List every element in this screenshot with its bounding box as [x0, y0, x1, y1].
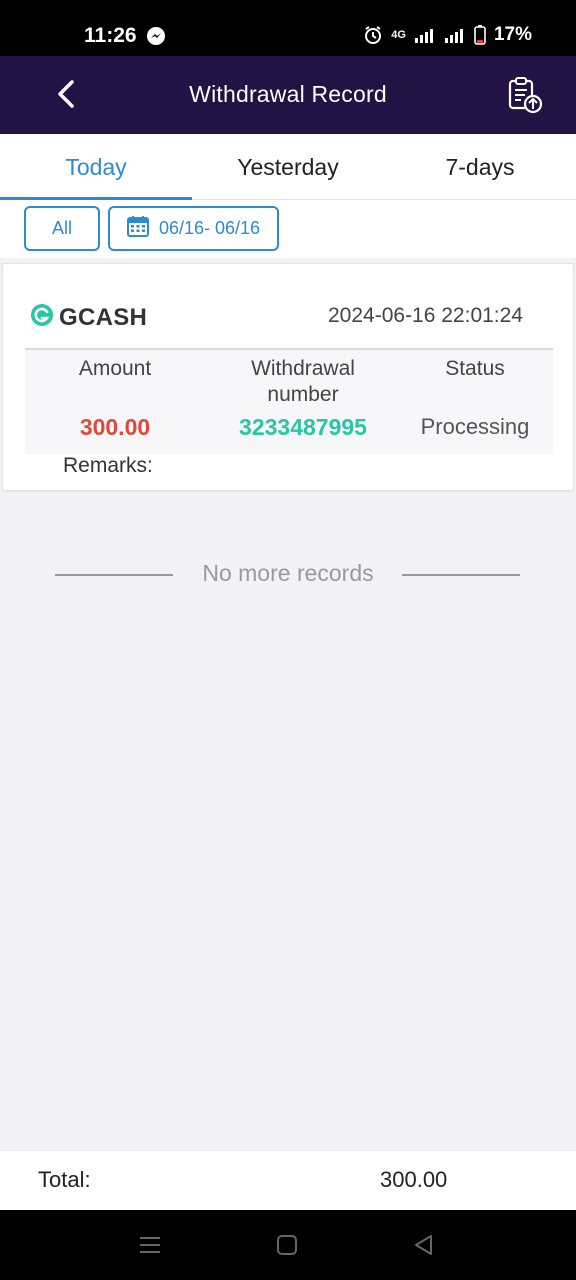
system-nav-bar	[0, 1210, 576, 1280]
total-label: Total:	[38, 1167, 91, 1192]
system-back-button[interactable]	[411, 1232, 437, 1258]
tab-today[interactable]: Today	[0, 134, 192, 200]
home-button[interactable]	[274, 1232, 300, 1258]
status-bar: 11:26 4G 17%	[0, 0, 576, 56]
date-range-button[interactable]: 06/16- 06/16	[108, 206, 279, 251]
gcash-logo-icon	[29, 302, 55, 333]
back-triangle-icon	[411, 1235, 437, 1262]
withdrawal-number-label-line2: number	[267, 383, 339, 406]
calendar-icon	[126, 215, 149, 242]
payment-method: GCASH	[29, 302, 147, 333]
status-label: Status	[445, 357, 505, 380]
menu-icon	[137, 1237, 163, 1262]
date-tabs: Today Yesterday 7-days	[0, 134, 576, 200]
status-badge: Processing	[420, 414, 530, 439]
amount-header: Amount	[45, 356, 185, 382]
total-footer: Total: 300.00	[0, 1150, 576, 1210]
signal-icon-2	[444, 27, 466, 43]
withdrawal-number-label-line1: Withdrawal	[251, 357, 355, 380]
list-end-indicator: No more records	[0, 556, 576, 592]
battery-icon	[474, 25, 486, 45]
type-filter-button[interactable]: All	[24, 206, 100, 251]
record-details: Amount Withdrawal number Status 300.00 3…	[25, 348, 553, 454]
home-square-icon	[274, 1235, 300, 1262]
signal-icon	[414, 27, 436, 43]
network-label: 4G	[391, 29, 406, 41]
battery-percent: 17%	[493, 24, 532, 45]
date-range-label: 06/16- 06/16	[158, 218, 261, 238]
recent-apps-button[interactable]	[137, 1232, 163, 1258]
withdrawal-number-value: 3233487995	[239, 414, 367, 440]
record-datetime: 2024-06-16 22:01:24	[328, 304, 523, 327]
tab-yesterday[interactable]: Yesterday	[192, 134, 384, 200]
withdrawal-record-card[interactable]: GCASH 2024-06-16 22:01:24 Amount Withdra…	[2, 263, 574, 491]
filter-row: All 06/16- 06/16	[0, 200, 576, 258]
clipboard-upload-icon	[504, 77, 546, 120]
status-time: 11:26	[84, 24, 137, 47]
payment-method-name: GCASH	[59, 303, 148, 331]
messenger-icon	[146, 26, 166, 46]
total-value: 300.00	[380, 1167, 448, 1192]
amount-value: 300.00	[79, 414, 151, 440]
status-icons: 4G 17%	[363, 24, 532, 46]
tab-7-days[interactable]: 7-days	[384, 134, 576, 200]
alarm-icon	[363, 25, 383, 45]
app-header: Withdrawal Record	[0, 56, 576, 134]
export-button[interactable]	[504, 74, 546, 116]
type-filter-label: All	[51, 218, 72, 238]
page-title: Withdrawal Record	[189, 81, 387, 107]
remarks-label: Remarks:	[63, 454, 153, 477]
amount-label: Amount	[78, 357, 152, 380]
status-header: Status	[405, 356, 545, 382]
withdrawal-number-header: Withdrawal number	[213, 356, 393, 408]
divider-right	[402, 574, 520, 576]
